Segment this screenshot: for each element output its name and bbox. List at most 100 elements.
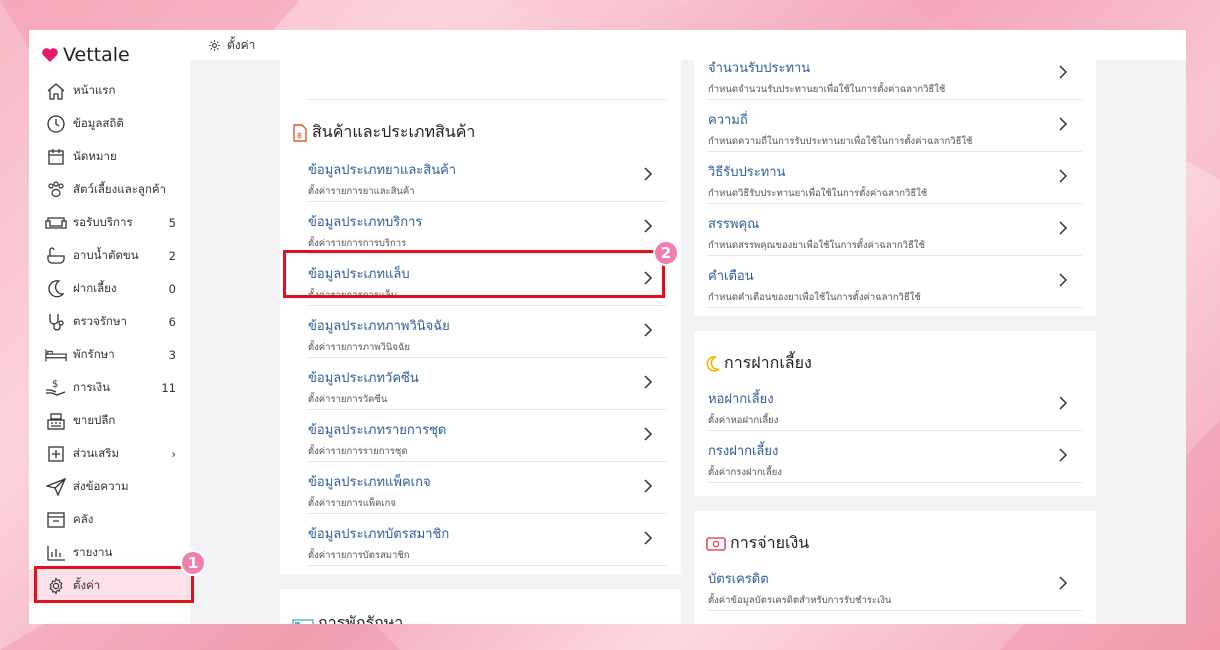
app-logo[interactable]: Vettale [41, 42, 130, 68]
boarding-row-title[interactable]: กรงฝากเลี้ยง [708, 440, 1082, 461]
chevron-right-icon[interactable] [643, 530, 653, 550]
drug-label-row-title[interactable]: สรรพคุณ [708, 213, 1082, 234]
drug-label-row-subtitle: กำหนดสรรพคุณของยาเพื่อใช้ในการตั้งค่าฉลา… [708, 240, 925, 251]
moon-icon [45, 278, 67, 300]
sidebar-item-7[interactable]: ตรวจรักษา 6 [29, 305, 190, 338]
chevron-right-icon[interactable] [643, 166, 653, 186]
cash-icon [706, 536, 726, 551]
sidebar-item-9[interactable]: $ การเงิน 11 [29, 371, 190, 404]
payment-list: บัตรเครดิตตั้งค่าข้อมูลบัตรเครดิตสำหรับก… [708, 559, 1082, 611]
hospital-card-title: การพักรักษา [318, 613, 404, 624]
product-row-title[interactable]: ข้อมูลประเภทยาและสินค้า [308, 159, 667, 180]
product-row-title[interactable]: ข้อมูลประเภทรายการชุด [308, 419, 667, 440]
drug-label-row-subtitle: กำหนดความถี่ในการรับประทานยาเพื่อใช้ในกา… [708, 136, 973, 147]
product-row-subtitle: ตั้งค่ารายการแพ็คเกจ [308, 498, 396, 509]
sidebar-nav: หน้าแรกข้อมูลสถิตินัดหมาย สัตว์เลี้ยงและล… [29, 74, 190, 602]
sidebar-item-4[interactable]: รอรับบริการ 5 [29, 206, 190, 239]
product-row[interactable]: ข้อมูลประเภทภาพวินิจฉัย ตั้งค่ารายการภาพว… [308, 306, 667, 358]
product-row-title[interactable]: ข้อมูลประเภทบัตรสมาชิก [308, 523, 667, 544]
drug-label-row[interactable]: คำเตือน กำหนดคำเตือนของยาเพื่อใช้ในการตั้… [708, 256, 1082, 308]
moon-icon [706, 355, 720, 372]
drug-label-row[interactable]: จำนวนรับประทาน กำหนดจำนวนรับประทานยาเพื่อ… [708, 48, 1082, 100]
sidebar-item-1[interactable]: ข้อมูลสถิติ [29, 107, 190, 140]
sidebar-item-10[interactable]: ขายปลีก [29, 404, 190, 437]
product-row-title[interactable]: ข้อมูลประเภทวัคซีน [308, 367, 667, 388]
chevron-right-icon[interactable] [643, 478, 653, 498]
drug-label-row[interactable]: วิธีรับประทาน กำหนดวิธีรับประทานยาเพื่อใช… [708, 152, 1082, 204]
send-icon [45, 476, 67, 498]
sidebar-item-label: ข้อมูลสถิติ [73, 115, 124, 130]
sidebar-item-label: พักรักษา [73, 346, 115, 361]
chevron-right-icon[interactable] [643, 218, 653, 238]
product-row-title[interactable]: ข้อมูลประเภทแพ็คเกจ [308, 471, 667, 492]
product-row-title[interactable]: ข้อมูลประเภทบริการ [308, 211, 667, 232]
chevron-right-icon[interactable] [1058, 395, 1068, 415]
payment-card-title: การจ่ายเงิน [730, 533, 810, 552]
chevron-right-icon[interactable] [643, 374, 653, 394]
product-row[interactable]: ข้อมูลประเภทบัตรสมาชิกตั้งค่ารายการบัตรส… [308, 514, 667, 566]
sidebar-item-12[interactable]: ส่งข้อความ [29, 470, 190, 503]
boarding-row[interactable]: หอฝากเลี้ยงตั้งค่าหอฝากเลี้ยง [708, 379, 1082, 431]
chevron-right-icon[interactable] [1058, 64, 1068, 84]
payment-card-header: การจ่ายเงิน [706, 531, 809, 556]
sidebar-item-label: การเงิน [73, 379, 111, 394]
drug-label-row[interactable]: สรรพคุณกำหนดสรรพคุณของยาเพื่อใช้ในการตั้… [708, 204, 1082, 256]
plus-square-icon [45, 443, 67, 465]
product-row[interactable]: ข้อมูลประเภทบริการตั้งค่ารายการการบริการ [308, 202, 667, 254]
sidebar-item-label: หน้าแรก [73, 82, 116, 97]
page-title: ตั้งค่า [227, 37, 256, 52]
sidebar-item-count: 6 [168, 314, 176, 329]
drug-label-row[interactable]: ความถี่กำหนดความถี่ในการรับประทานยาเพื่อ… [708, 100, 1082, 152]
svg-text:฿: ฿ [297, 131, 302, 140]
boarding-card-title: การฝากเลี้ยง [724, 353, 812, 372]
sidebar-item-13[interactable]: คลัง [29, 503, 190, 536]
product-row-subtitle: ตั้งค่ารายการบัตรสมาชิก [308, 550, 410, 561]
boarding-list: หอฝากเลี้ยงตั้งค่าหอฝากเลี้ยงกรงฝากเลี้ย… [708, 379, 1082, 483]
sidebar-item-label: ส่งข้อความ [73, 478, 129, 493]
payment-card: การจ่ายเงิน บัตรเครดิตตั้งค่าข้อมูลบัตรเ… [694, 511, 1096, 624]
step-badge-2: 2 [653, 240, 679, 266]
sidebar-item-5[interactable]: อาบน้ำตัดขน 2 [29, 239, 190, 272]
products-list: ข้อมูลประเภทยาและสินค้า ตั้งค่ารายการยาแล… [308, 150, 667, 566]
boarding-row-subtitle: ตั้งค่าหอฝากเลี้ยง [708, 415, 779, 426]
app-name: Vettale [63, 44, 130, 66]
sidebar-item-count: 5 [168, 215, 176, 230]
payment-row-subtitle: ตั้งค่าข้อมูลบัตรเครดิตสำหรับการรับชำระเ… [708, 595, 892, 606]
sidebar-item-14[interactable]: รายงาน [29, 536, 190, 569]
sidebar-item-6[interactable]: ฝากเลี้ยง 0 [29, 272, 190, 305]
chevron-right-icon[interactable] [1058, 447, 1068, 467]
chevron-right-icon[interactable] [1058, 116, 1068, 136]
highlight-lab [283, 250, 665, 298]
chevron-right-icon[interactable] [643, 322, 653, 342]
highlight-settings [34, 566, 194, 603]
sidebar-item-0[interactable]: หน้าแรก [29, 74, 190, 107]
product-row[interactable]: ข้อมูลประเภทยาและสินค้า ตั้งค่ารายการยาแล… [308, 150, 667, 202]
sidebar: Vettale หน้าแรกข้อมูลสถิตินัดหมาย สัตว์เล… [29, 30, 190, 624]
product-row[interactable]: ข้อมูลประเภทรายการชุด ตั้งค่ารายการรายการ… [308, 410, 667, 462]
chevron-right-icon[interactable] [1058, 272, 1068, 292]
product-row[interactable]: ข้อมูลประเภทแพ็คเกจตั้งค่ารายการแพ็คเกจ [308, 462, 667, 514]
payment-row[interactable]: บัตรเครดิตตั้งค่าข้อมูลบัตรเครดิตสำหรับก… [708, 559, 1082, 611]
product-row-subtitle: ตั้งค่ารายการการบริการ [308, 238, 407, 249]
chevron-right-icon[interactable] [643, 426, 653, 446]
sidebar-item-3[interactable]: สัตว์เลี้ยงและลูกค้า [29, 173, 190, 206]
drug-label-row-title[interactable]: วิธีรับประทาน [708, 161, 1082, 182]
chevron-right-icon[interactable] [1058, 575, 1068, 595]
drug-label-row-title[interactable]: ความถี่ [708, 109, 1082, 130]
payment-row-title[interactable]: บัตรเครดิต [708, 568, 1082, 589]
chevron-right-icon[interactable] [1058, 168, 1068, 188]
sidebar-item-label: ฝากเลี้ยง [73, 280, 117, 295]
sidebar-item-label: คลัง [73, 511, 94, 526]
product-row[interactable]: ข้อมูลประเภทวัคซีน ตั้งค่ารายการวัคซีน [308, 358, 667, 410]
boarding-row[interactable]: กรงฝากเลี้ยง ตั้งค่ากรงฝากเลี้ยง [708, 431, 1082, 483]
drug-label-row-title[interactable]: จำนวนรับประทาน [708, 57, 1082, 78]
product-row-title[interactable]: ข้อมูลประเภทภาพวินิจฉัย [308, 315, 667, 336]
chevron-right-icon[interactable] [1058, 220, 1068, 240]
sidebar-item-11[interactable]: ส่วนเสริม › [29, 437, 190, 470]
drug-label-row-title[interactable]: คำเตือน [708, 265, 1082, 286]
bed-icon [292, 618, 314, 624]
sidebar-item-label: ขายปลีก [73, 412, 116, 427]
boarding-row-title[interactable]: หอฝากเลี้ยง [708, 388, 1082, 409]
sidebar-item-2[interactable]: นัดหมาย [29, 140, 190, 173]
sidebar-item-8[interactable]: พักรักษา 3 [29, 338, 190, 371]
